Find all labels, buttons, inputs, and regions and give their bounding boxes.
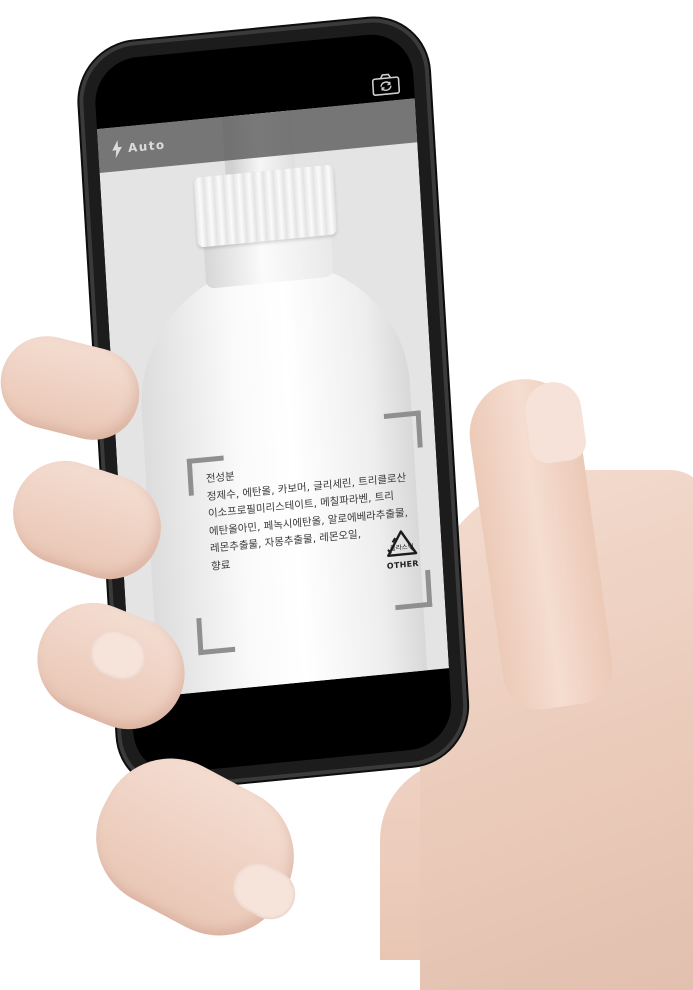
scan-frame-corner-bottom-left [196, 614, 236, 656]
camera-switch-icon [371, 73, 401, 96]
scan-frame-corner-top-right [383, 410, 423, 451]
camera-viewfinder[interactable]: 전성분 정제수, 에탄올, 카보머, 글리세린, 트리클로산 이소프로필미리스테… [96, 98, 450, 699]
scan-frame-corner-bottom-right [393, 569, 433, 611]
scene: 전성분 정제수, 에탄올, 카보머, 글리세린, 트리클로산 이소프로필미리스테… [0, 0, 693, 990]
flash-mode-label: Auto [127, 137, 167, 156]
camera-switch-button[interactable] [371, 72, 401, 97]
bottle-cap [193, 164, 337, 248]
recycle-material-label: 플라스틱 [390, 541, 414, 552]
recycle-triangle-icon: 플라스틱 [387, 530, 418, 557]
recycle-mark: 플라스틱 OTHER [376, 526, 428, 572]
flash-toggle[interactable]: Auto [112, 135, 167, 160]
thumb-nail [521, 378, 589, 466]
lightning-bolt-icon [112, 140, 122, 159]
